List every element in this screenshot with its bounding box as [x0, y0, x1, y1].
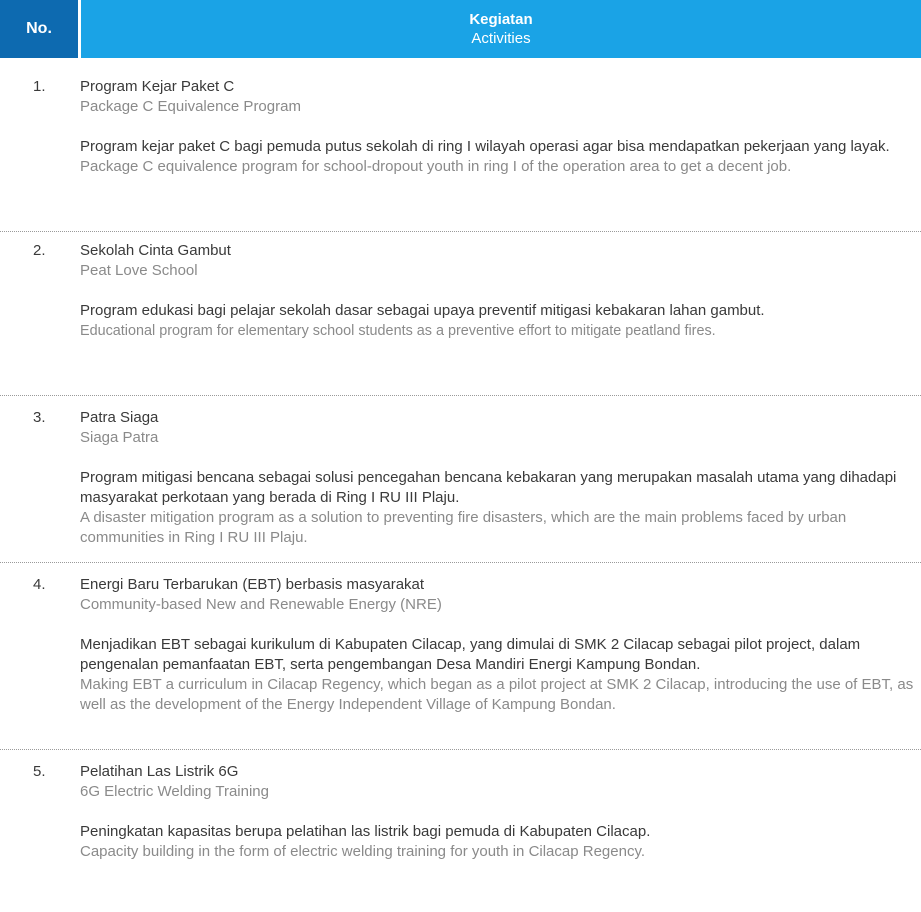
row-number: 2. — [33, 242, 46, 259]
activity-title-en: Community-based New and Renewable Energy… — [80, 596, 442, 613]
activity-title-id: Patra Siaga — [80, 409, 159, 426]
activity-description-id: Program edukasi bagi pelajar sekolah das… — [80, 302, 765, 319]
column-header-no-label: No. — [26, 20, 52, 37]
activity-title-id: Energi Baru Terbarukan (EBT) berbasis ma… — [80, 576, 425, 593]
activity-title-id: Program Kejar Paket C — [80, 78, 235, 95]
table-row: 4. Energi Baru Terbarukan (EBT) berbasis… — [0, 575, 921, 750]
activity-description-en: Making EBT a curriculum in Cilacap Regen… — [80, 676, 914, 713]
activity-description-id: Peningkatan kapasitas berupa pelatihan l… — [80, 823, 651, 840]
row-number: 4. — [33, 576, 46, 593]
activity-description-en: Package C equivalence program for school… — [80, 158, 792, 175]
activity-description-id: Program kejar paket C bagi pemuda putus … — [80, 138, 890, 155]
table-row: 5. Pelatihan Las Listrik 6G 6G Electric … — [0, 762, 921, 912]
row-number: 3. — [33, 409, 46, 426]
column-header-no: No. — [0, 0, 78, 58]
column-header-activities-id: Kegiatan — [469, 11, 533, 28]
table-header: No. Kegiatan Activities — [0, 0, 921, 58]
activity-title-en: Siaga Patra — [80, 429, 159, 446]
column-header-activities: Kegiatan Activities — [81, 0, 921, 58]
activity-description-id: Menjadikan EBT sebagai kurikulum di Kabu… — [80, 636, 861, 673]
activity-title-id: Sekolah Cinta Gambut — [80, 242, 231, 259]
table-row: 1. Program Kejar Paket C Package C Equiv… — [0, 77, 921, 232]
table-row: 2. Sekolah Cinta Gambut Peat Love School… — [0, 241, 921, 396]
table-row: 3. Patra Siaga Siaga Patra Program mitig… — [0, 408, 921, 563]
activity-description-en: Capacity building in the form of electri… — [80, 843, 646, 860]
activity-description-id: Program mitigasi bencana sebagai solusi … — [80, 469, 897, 506]
row-number: 1. — [33, 78, 46, 95]
activity-title-en: Peat Love School — [80, 262, 198, 279]
column-header-activities-en: Activities — [471, 30, 531, 47]
activities-table-body: 1. Program Kejar Paket C Package C Equiv… — [0, 77, 921, 912]
row-number: 5. — [33, 763, 46, 780]
activity-title-en: 6G Electric Welding Training — [80, 783, 269, 800]
activity-description-en: Educational program for elementary schoo… — [80, 323, 716, 339]
activity-description-en: A disaster mitigation program as a solut… — [80, 509, 847, 546]
activity-title-en: Package C Equivalence Program — [80, 98, 301, 115]
activity-title-id: Pelatihan Las Listrik 6G — [80, 763, 239, 780]
